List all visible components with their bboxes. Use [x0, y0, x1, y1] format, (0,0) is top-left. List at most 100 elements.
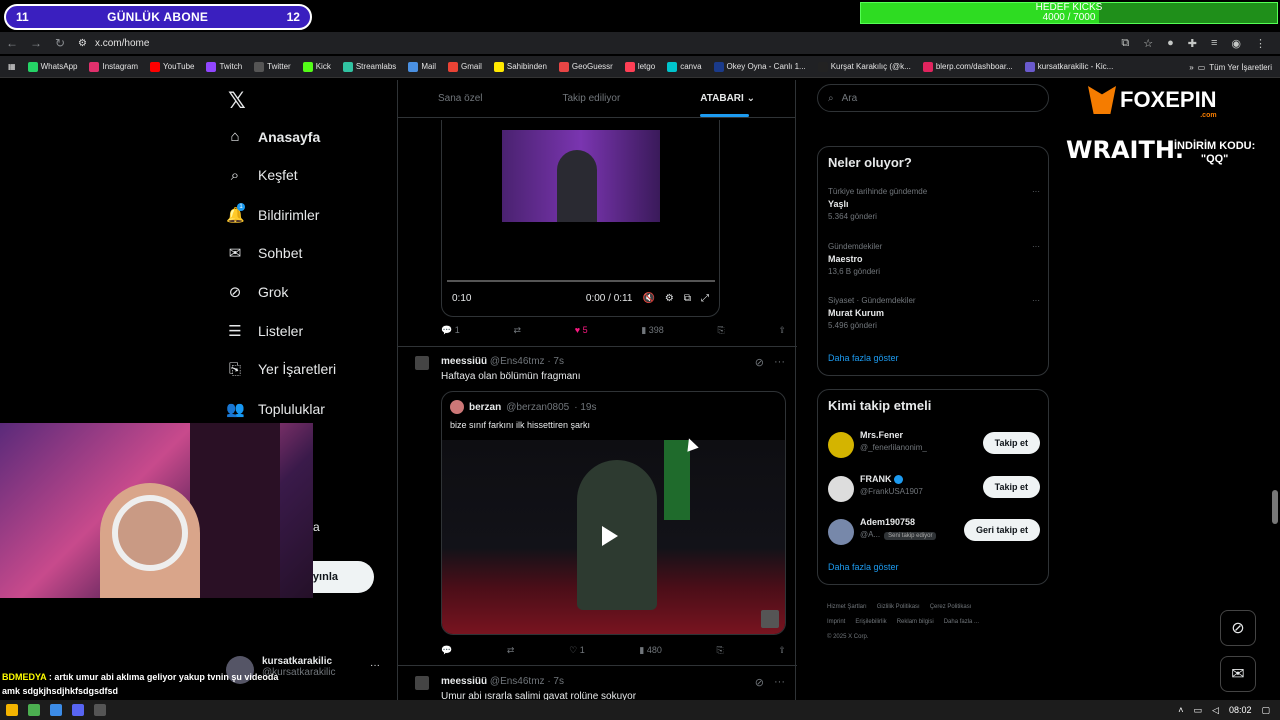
clock[interactable]: 08:02	[1229, 705, 1252, 715]
bookmark-item[interactable]: YouTube	[150, 61, 194, 72]
trend-item[interactable]: Gündemdekiler Maestro 13,6 B gönderi ···	[828, 242, 1040, 276]
like-button[interactable]: ♥ 5	[575, 325, 588, 336]
all-bookmarks[interactable]: » ▭ Tüm Yer İşaretleri	[1181, 56, 1272, 77]
avatar[interactable]	[828, 475, 854, 502]
install-icon[interactable]: ⧉	[1121, 37, 1129, 50]
media-icon[interactable]: ≡	[1211, 37, 1217, 50]
show-more-link[interactable]: Daha fazla göster	[828, 562, 899, 572]
chevron-up-icon[interactable]: ˄	[1178, 705, 1183, 715]
discord-icon[interactable]	[72, 704, 84, 716]
chrome-icon[interactable]	[50, 704, 62, 716]
file-explorer-icon[interactable]	[6, 704, 18, 716]
follow-suggestion[interactable]: FRANK @FrankUSA1907 Takip et	[828, 474, 1040, 504]
bookmark-item[interactable]: Sahibinden	[493, 61, 547, 72]
share-icon[interactable]: ⇪	[778, 645, 786, 656]
avatar[interactable]	[828, 519, 854, 545]
follow-button[interactable]: Takip et	[982, 475, 1040, 498]
settings-icon[interactable]: ⚙	[665, 293, 674, 304]
tweet-handle[interactable]: @Ens46tmz	[490, 356, 545, 367]
bookmark-item[interactable]: Twitch	[206, 61, 242, 72]
tweet-author[interactable]: meessiüü	[441, 356, 487, 367]
sidebar-item-3[interactable]: ✉ Sohbet	[226, 244, 303, 262]
video-progress[interactable]	[447, 280, 715, 282]
volume-icon[interactable]: ◁	[1212, 705, 1219, 716]
quote-video[interactable]	[442, 440, 785, 634]
extension-icon[interactable]: ●	[1167, 37, 1174, 50]
tweet-time[interactable]: · 7s	[547, 676, 564, 687]
footer-link[interactable]: Hizmet Şartları	[827, 604, 867, 610]
more-icon[interactable]: ···	[1032, 187, 1040, 196]
profile-avatar-icon[interactable]: ◉	[1231, 37, 1241, 50]
follow-suggestion[interactable]: Adem190758 @A... Seni takip ediyor Geri tak…	[828, 517, 1040, 547]
bookmark-item[interactable]: canva	[667, 61, 702, 72]
avatar[interactable]	[415, 676, 429, 690]
grok-icon[interactable]: ⊘	[755, 676, 764, 689]
sidebar-item-4[interactable]: ⊘ Grok	[226, 283, 289, 301]
sidebar-item-6[interactable]: ⎘ Yer İşaretleri	[226, 361, 336, 378]
puzzle-icon[interactable]: ✚	[1188, 37, 1197, 50]
search-input[interactable]: ⌕ Ara	[817, 84, 1049, 112]
tweet-author[interactable]: meessiüü	[441, 676, 487, 687]
bookmark-item[interactable]: GeoGuessr	[558, 61, 613, 72]
mute-icon[interactable]: 🔇	[642, 293, 654, 304]
reply-button[interactable]: 💬	[441, 645, 452, 656]
bookmark-item[interactable]: Streamlabs	[342, 61, 396, 72]
avatar[interactable]	[828, 432, 854, 458]
bookmark-item[interactable]: WhatsApp	[27, 61, 77, 72]
views-button[interactable]: ▮ 398	[641, 325, 663, 336]
more-icon[interactable]: ···	[1032, 296, 1040, 305]
footer-link[interactable]: © 2025 X Corp.	[827, 634, 868, 640]
bookmark-item[interactable]: Twitter	[254, 61, 291, 72]
sidebar-item-7[interactable]: 👥 Topluluklar	[226, 400, 325, 418]
back-icon[interactable]: ←	[0, 36, 24, 50]
sidebar-item-5[interactable]: ☰ Listeler	[226, 322, 303, 340]
footer-link[interactable]: Çerez Politikası	[930, 604, 972, 610]
show-more-link[interactable]: Daha fazla göster	[828, 353, 899, 363]
menu-icon[interactable]: ⋮	[1255, 37, 1266, 50]
bookmark-item[interactable]: kursatkarakilic - Kic...	[1024, 61, 1113, 72]
reload-icon[interactable]: ↻	[48, 36, 72, 50]
footer-link[interactable]: Reklam bilgisi	[897, 619, 934, 625]
sidebar-item-2[interactable]: 🔔 1 Bildirimler	[226, 202, 319, 224]
bookmark-item[interactable]: Kurşat Karakılıç (@k...	[817, 61, 911, 72]
sidebar-item-0[interactable]: ⌂ Anasayfa	[226, 128, 320, 145]
notification-icon[interactable]: ▢	[1261, 705, 1270, 716]
obs-icon[interactable]	[94, 704, 106, 716]
follow-button[interactable]: Geri takip et	[963, 519, 1040, 541]
bookmark-item[interactable]: Mail	[408, 61, 436, 72]
trend-item[interactable]: Siyaset · Gündemdekiler Murat Kurum 5.496 …	[828, 296, 1040, 330]
follow-button[interactable]: Takip et	[982, 432, 1040, 454]
sidebar-item-1[interactable]: ⌕ Keşfet	[226, 167, 298, 184]
more-icon[interactable]: ···	[774, 676, 785, 689]
follow-suggestion[interactable]: Mrs.Fener @_fenerlilanonim_ Takip et	[828, 430, 1040, 460]
site-info-icon[interactable]: ⚙	[78, 38, 87, 49]
address-bar[interactable]: ⚙ x.com/home	[78, 38, 1121, 49]
play-icon[interactable]	[602, 526, 618, 546]
messages-float-icon[interactable]: ✉	[1220, 656, 1256, 692]
grok-icon[interactable]: ⊘	[755, 356, 764, 369]
video-player[interactable]: 0:10 0:00 / 0:11 🔇 ⚙ ⧉ ⤢	[441, 120, 720, 317]
more-icon[interactable]: ···	[370, 660, 380, 671]
views-button[interactable]: ▮ 480	[639, 645, 661, 656]
page-scrollbar[interactable]	[1272, 490, 1278, 524]
more-icon[interactable]: ···	[774, 356, 785, 369]
bookmark-item[interactable]: blerp.com/dashboar...	[922, 61, 1013, 72]
repost-button[interactable]: ⇄	[513, 325, 521, 336]
like-button[interactable]: ♡ 1	[569, 645, 585, 656]
bookmark-item[interactable]: letgo	[624, 61, 655, 72]
tab-atabari[interactable]: ATABARI ⌄	[700, 93, 755, 117]
apps-icon[interactable]: ▦	[8, 62, 16, 71]
bookmark-icon[interactable]: ⎘	[717, 645, 724, 656]
footer-link[interactable]: Imprint	[827, 619, 845, 625]
trend-item[interactable]: Türkiye tarihinde gündemde Yaşlı 5.364 gön…	[828, 187, 1040, 221]
quoted-tweet[interactable]: berzan @berzan0805 · 19s bize sınıf fark…	[441, 391, 786, 635]
tweet-time[interactable]: · 7s	[547, 356, 564, 367]
app-icon[interactable]	[28, 704, 40, 716]
bookmark-icon[interactable]: ⎘	[718, 325, 725, 336]
reply-button[interactable]: 💬 1	[441, 325, 460, 336]
repost-button[interactable]: ⇄	[507, 645, 515, 656]
tab-following[interactable]: Takip ediliyor	[562, 93, 620, 104]
forward-icon[interactable]: →	[24, 36, 48, 50]
bookmark-item[interactable]: Kick	[302, 61, 331, 72]
expand-icon[interactable]	[761, 610, 779, 628]
